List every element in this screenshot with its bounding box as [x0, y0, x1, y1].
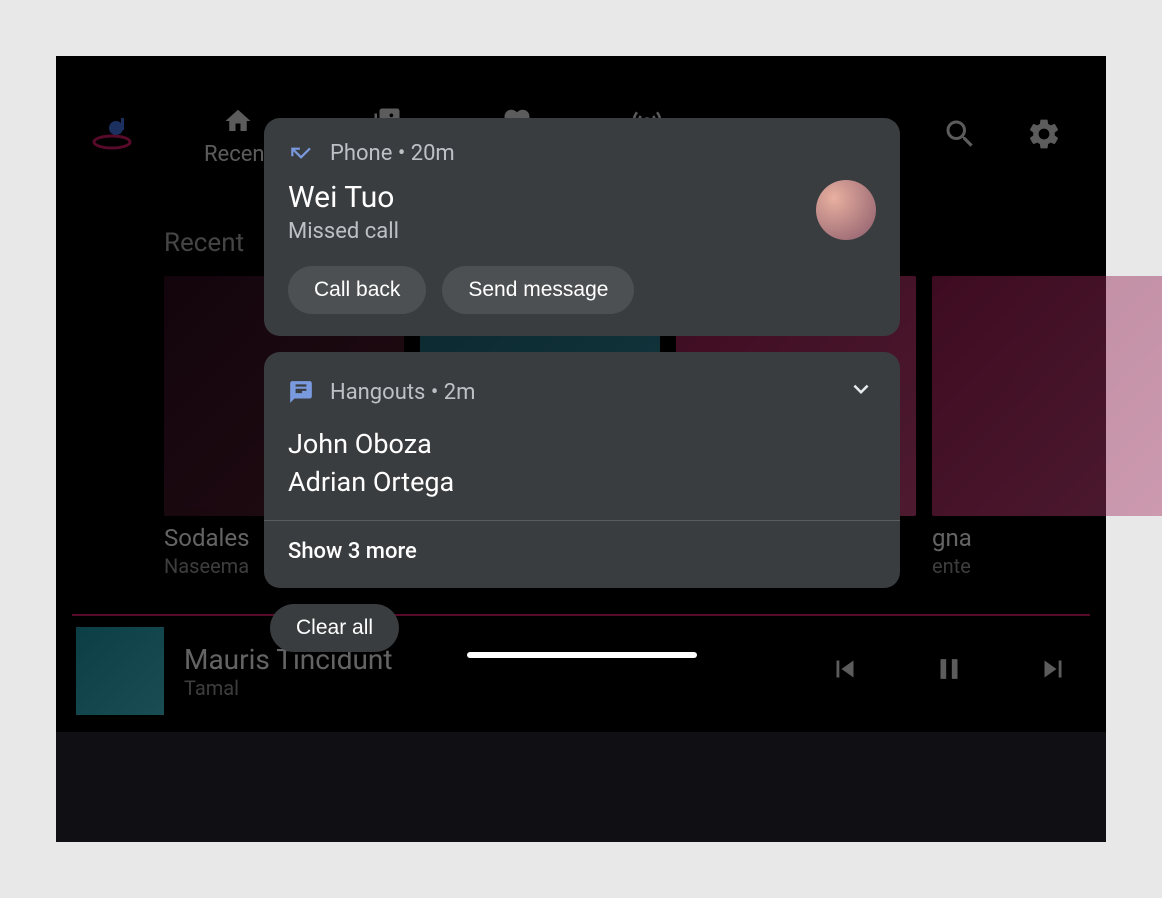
settings-gear-icon[interactable] — [1026, 116, 1062, 156]
expand-chevron-icon[interactable] — [846, 374, 876, 410]
device-frame: Recent Recent Sodales Na — [56, 56, 1106, 842]
call-back-button[interactable]: Call back — [288, 266, 426, 314]
missed-call-icon — [288, 140, 314, 166]
notification-sender: Adrian Ortega — [288, 466, 876, 498]
recent-card[interactable]: gna ente — [932, 276, 1162, 578]
notification-app-label: Hangouts • 2m — [330, 380, 475, 405]
next-icon[interactable] — [1036, 652, 1070, 690]
section-title: Recent — [164, 228, 244, 258]
app-logo-icon — [88, 112, 136, 160]
notification-shade: Phone • 20m Wei Tuo Missed call Call bac… — [264, 118, 900, 652]
notification-sender: John Oboza — [288, 428, 876, 460]
search-icon[interactable] — [942, 116, 978, 156]
previous-icon[interactable] — [828, 652, 862, 690]
card-title: gna — [932, 524, 1162, 552]
contact-avatar — [816, 180, 876, 240]
now-playing-artist: Tamal — [184, 676, 828, 700]
tab-recent-label: Recent — [204, 142, 272, 167]
now-playing-art — [76, 627, 164, 715]
send-message-button[interactable]: Send message — [442, 266, 634, 314]
notification-subtitle: Missed call — [288, 219, 804, 244]
notification-phone[interactable]: Phone • 20m Wei Tuo Missed call Call bac… — [264, 118, 900, 336]
bottom-bar — [56, 732, 1106, 842]
card-artist: ente — [932, 554, 1162, 578]
show-more-button[interactable]: Show 3 more — [288, 521, 876, 566]
album-art — [932, 276, 1162, 516]
notification-hangouts[interactable]: Hangouts • 2m John Oboza Adrian Ortega S… — [264, 352, 900, 588]
notification-app-label: Phone • 20m — [330, 141, 455, 166]
clear-all-button[interactable]: Clear all — [270, 604, 399, 652]
drag-handle[interactable] — [467, 652, 697, 658]
notification-title: Wei Tuo — [288, 180, 804, 215]
chat-icon — [288, 379, 314, 405]
pause-icon[interactable] — [932, 652, 966, 690]
tab-recent[interactable]: Recent — [204, 106, 272, 167]
